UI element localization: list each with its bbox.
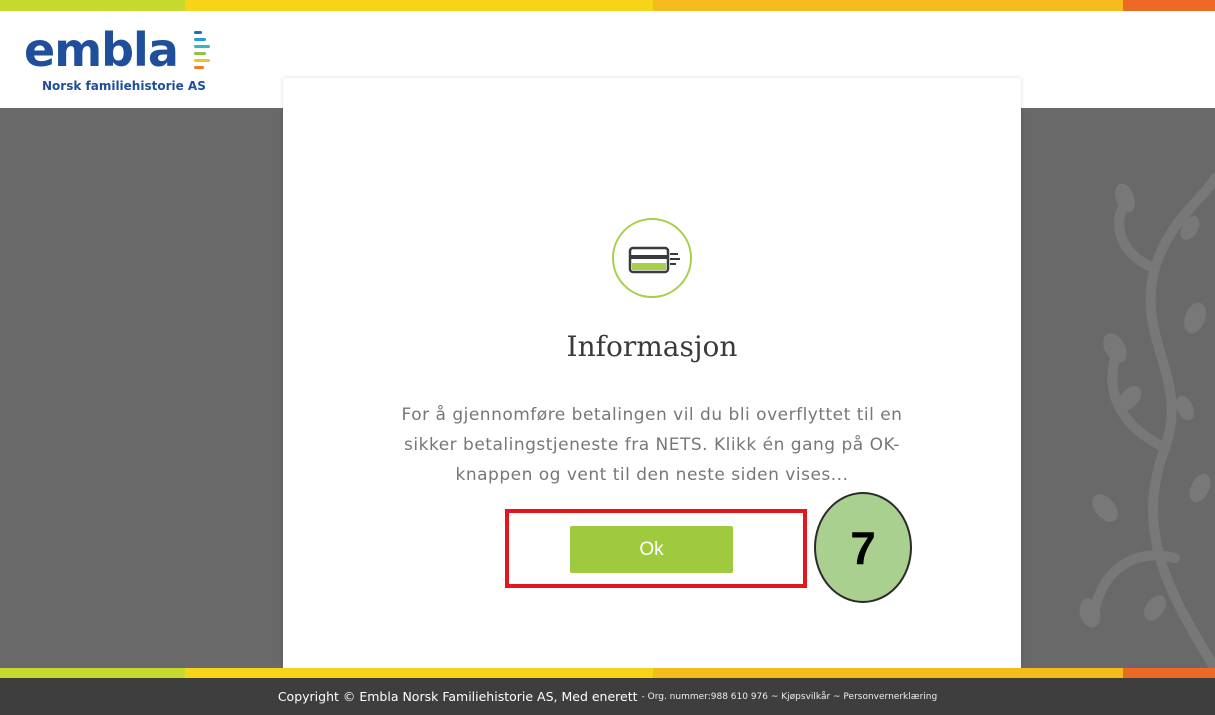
bottom-color-stripe	[0, 668, 1215, 678]
step-number-badge: 7	[814, 492, 912, 603]
site-footer: Copyright © Embla Norsk Familiehistorie …	[0, 678, 1215, 715]
dialog-message: For å gjennomføre betalingen vil du bli …	[401, 405, 903, 485]
tree-decoration-icon	[1079, 173, 1215, 668]
logo-bars-icon	[194, 31, 216, 75]
logo-subtitle: Norsk familiehistorie AS	[42, 79, 206, 93]
credit-card-icon	[612, 218, 692, 298]
footer-links[interactable]: - Org. nummer:988 610 976 ~ Kjøpsvilkår …	[642, 692, 938, 702]
footer-copyright: Copyright © Embla Norsk Familiehistorie …	[277, 689, 638, 704]
dialog-title: Informasjon	[566, 330, 738, 363]
top-color-stripe	[0, 0, 1215, 11]
logo-wordmark: embla	[24, 23, 179, 77]
annotation-highlight-box	[505, 509, 807, 588]
embla-logo[interactable]: embla Norsk familiehistorie AS	[24, 23, 224, 99]
